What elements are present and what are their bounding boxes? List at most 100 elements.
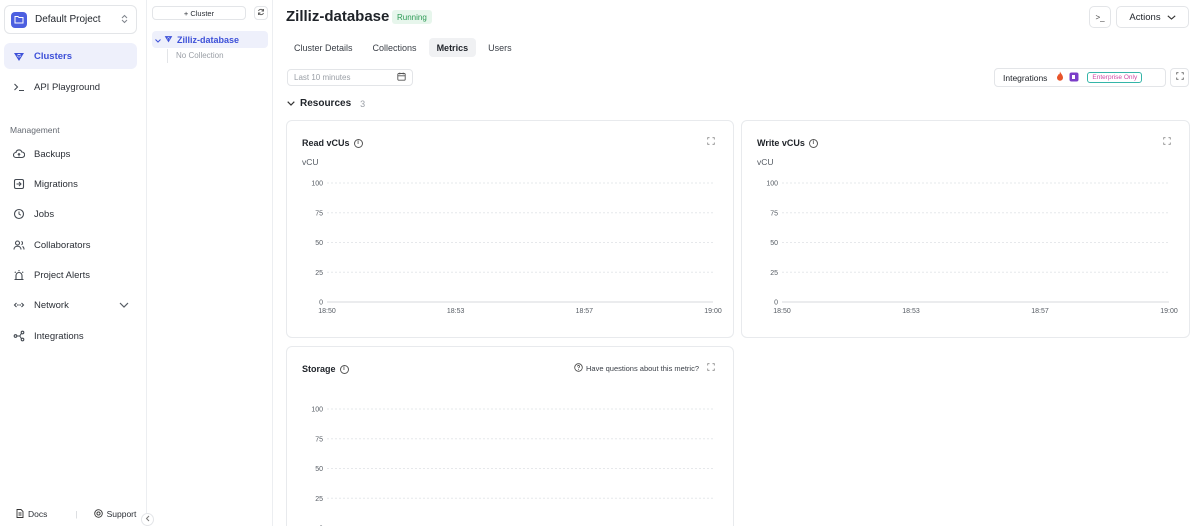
expand-icon: [707, 363, 715, 374]
terminal-button[interactable]: >_: [1089, 6, 1111, 28]
network-icon: [12, 298, 26, 312]
migration-icon: [12, 177, 26, 191]
tab-metrics[interactable]: Metrics: [428, 38, 477, 57]
time-range-value: Last 10 minutes: [294, 73, 351, 82]
x-tick-label: 18:53: [902, 308, 920, 315]
sidebar-item-label: Clusters: [34, 50, 73, 62]
chart-fullscreen-button[interactable]: [707, 137, 715, 148]
chart-unit-label: vCU: [302, 157, 319, 167]
expand-icon: [707, 137, 715, 148]
status-badge: Running: [392, 10, 432, 24]
resources-label: Resources: [300, 98, 352, 109]
fullscreen-button[interactable]: [1170, 68, 1189, 87]
chart-plot-storage: 100755025018:5018:5318:5719:00: [311, 407, 713, 526]
chart-fullscreen-button[interactable]: [1163, 137, 1171, 148]
sidebar-item-backups[interactable]: Backups: [4, 141, 137, 167]
page-title: Zilliz-database: [286, 8, 390, 25]
clock-icon: [12, 207, 26, 221]
resources-toggle[interactable]: Resources 3: [287, 98, 365, 109]
cluster-icon: [164, 34, 173, 45]
x-tick-label: 18:57: [576, 308, 594, 315]
support-icon: [93, 508, 103, 520]
project-name: Default Project: [35, 14, 101, 25]
tree-cluster-name: Zilliz-database: [177, 34, 240, 45]
chart-card-read-vcus: Read vCUs i vCU 100 75 50 25 0 18:50 18:53 18:5…: [286, 120, 734, 338]
calendar-icon: [397, 72, 406, 83]
sidebar-item-label: Jobs: [34, 208, 55, 220]
y-tick-label: 75: [315, 436, 323, 443]
main-content: Zilliz-database Running >_ Actions Clust…: [274, 0, 1200, 526]
actions-button[interactable]: Actions: [1116, 6, 1189, 28]
terminal-icon: >_: [1095, 12, 1105, 22]
alarm-icon: [12, 268, 26, 282]
chart-title-text: Read vCUs: [302, 138, 350, 148]
sidebar-item-project-alerts[interactable]: Project Alerts: [4, 262, 137, 288]
sidebar-item-label: Network: [34, 299, 69, 311]
actions-label: Actions: [1129, 11, 1161, 23]
time-range-picker[interactable]: Last 10 minutes: [287, 69, 413, 86]
document-icon: [16, 508, 24, 520]
chevron-down-icon: [1167, 12, 1176, 23]
tab-users[interactable]: Users: [480, 38, 520, 57]
chart-plot-read-vcus: 100 75 50 25 018:50 18:53 18:57 19:00: [311, 181, 722, 316]
sidebar-item-jobs[interactable]: Jobs: [4, 201, 137, 227]
integrations-label: Integrations: [1003, 72, 1048, 83]
chevron-down-icon: [119, 300, 129, 311]
sidebar-item-api-playground[interactable]: API Playground: [4, 74, 137, 100]
y-tick-label: 50: [770, 240, 778, 247]
info-icon[interactable]: i: [808, 138, 818, 148]
sidebar-item-label: Integrations: [34, 330, 84, 342]
tree-item-cluster[interactable]: Zilliz-database: [152, 31, 268, 48]
refresh-button[interactable]: [254, 6, 268, 20]
project-selector[interactable]: Default Project: [4, 5, 137, 34]
chevron-left-icon: [145, 515, 150, 524]
x-tick-label: 19:00: [704, 308, 722, 315]
info-icon[interactable]: i: [353, 138, 363, 148]
chart-title: Storage i: [302, 364, 349, 374]
sidebar-item-network[interactable]: Network: [4, 292, 137, 318]
chevron-down-icon: [287, 98, 295, 109]
y-tick-label: 25: [315, 496, 323, 503]
chart-title-text: Storage: [302, 364, 336, 374]
x-tick-label: 19:00: [1160, 308, 1178, 315]
docs-link[interactable]: Docs: [16, 508, 48, 520]
chart-title: Write vCUs i: [757, 138, 818, 148]
sidebar-footer: Docs | Support: [0, 502, 147, 526]
sidebar-item-label: Backups: [34, 148, 71, 160]
add-cluster-button[interactable]: + Cluster: [152, 6, 246, 20]
x-tick-label: 18:53: [447, 308, 465, 315]
tab-cluster-details[interactable]: Cluster Details: [286, 38, 361, 57]
sidebar-item-label: Collaborators: [34, 239, 91, 251]
enterprise-only-badge: Enterprise Only: [1087, 72, 1143, 83]
chart-title-text: Write vCUs: [757, 138, 805, 148]
sidebar-item-collaborators[interactable]: Collaborators: [4, 232, 137, 258]
y-tick-label: 100: [766, 181, 778, 188]
tab-collections[interactable]: Collections: [365, 38, 425, 57]
metric-help-text: Have questions about this metric?: [586, 364, 699, 373]
chevron-updown-icon: [121, 14, 128, 26]
sidebar-item-clusters[interactable]: Clusters: [4, 43, 137, 69]
expand-icon: [1175, 72, 1184, 83]
y-tick-label: 75: [770, 210, 778, 217]
y-tick-label: 25: [770, 270, 778, 277]
y-tick-label: 75: [315, 210, 323, 217]
chart-fullscreen-button[interactable]: [707, 363, 715, 374]
chart-title: Read vCUs i: [302, 138, 363, 148]
terminal-icon: [12, 80, 26, 94]
sidebar-item-migrations[interactable]: Migrations: [4, 171, 137, 197]
support-label: Support: [106, 509, 137, 519]
info-icon[interactable]: i: [339, 364, 349, 374]
chevron-down-icon: [155, 35, 161, 45]
metric-help-link[interactable]: Have questions about this metric?: [574, 363, 699, 374]
sidebar: Default Project Clusters API Playground …: [0, 0, 147, 526]
integrations-button[interactable]: Integrations Enterprise Only: [994, 68, 1166, 87]
cluster-tree-panel: + Cluster Zilliz-database No Collection: [147, 0, 273, 526]
x-tick-label: 18:57: [1031, 308, 1049, 315]
docs-label: Docs: [28, 509, 48, 519]
collapse-sidebar-button[interactable]: [141, 513, 154, 526]
sidebar-item-integrations[interactable]: Integrations: [4, 323, 137, 349]
support-link[interactable]: Support: [93, 508, 137, 520]
sidebar-item-label: Migrations: [34, 178, 78, 190]
prometheus-flame-icon: [1056, 71, 1064, 84]
chart-card-storage: Storage i Have questions about this metr…: [286, 346, 734, 526]
